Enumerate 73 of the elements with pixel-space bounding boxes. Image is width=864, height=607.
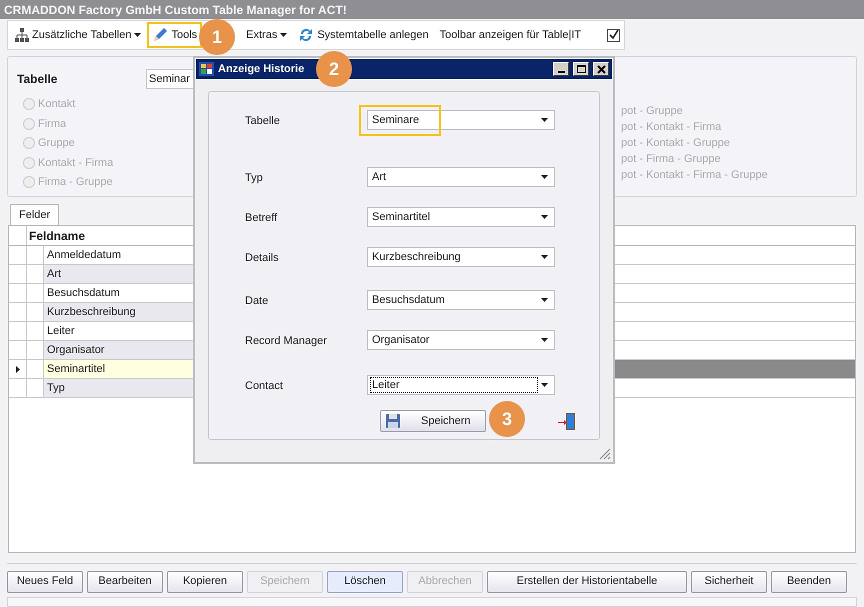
exit-door-icon [558, 413, 576, 430]
pencil-icon [152, 27, 168, 43]
radio-label: pot - Gruppe [621, 105, 684, 118]
table-label: Tabelle [17, 71, 58, 88]
maximize-icon [576, 65, 586, 73]
action-button[interactable]: Beenden [771, 570, 847, 592]
row-pointer-icon [16, 366, 20, 372]
action-button[interactable]: Kopieren [167, 570, 243, 592]
dropdown-field[interactable]: Leiter [367, 375, 555, 395]
toolbar-button[interactable]: Toolbar anzeigen für Table|IT [434, 22, 586, 48]
radio-label: pot - Kontakt - Gruppe [621, 137, 731, 150]
table-cell: Typ [44, 379, 194, 397]
dropdown-field[interactable]: Besuchsdatum [367, 290, 555, 310]
radio-label: pot - Kontakt - Firma [621, 121, 722, 134]
close-icon [596, 64, 606, 74]
dropdown-field[interactable]: Kurzbeschreibung [367, 247, 555, 267]
caret-icon [541, 215, 548, 219]
radio-label: Firma - Gruppe [38, 175, 113, 190]
field-label: Betreff [245, 211, 278, 226]
column-header: Feldname [28, 228, 86, 245]
window-title: CRMADDON Factory GmbH Custom Table Manager for ACT! [4, 2, 347, 18]
radio-button[interactable] [23, 137, 35, 150]
refresh-icon [298, 27, 314, 43]
checkbox[interactable] [607, 28, 620, 42]
table-cell: Art [44, 265, 194, 283]
action-button[interactable]: Sicherheit [691, 570, 767, 592]
table-cell: Organisator [44, 341, 194, 359]
caret-icon [541, 175, 548, 179]
radio-label: Gruppe [38, 136, 75, 151]
field-label: Tabelle [245, 114, 280, 129]
table-select[interactable]: Seminar [146, 69, 193, 89]
caret-icon [541, 298, 548, 302]
caret-icon [541, 255, 548, 259]
radio-button[interactable] [23, 176, 35, 188]
caret-icon [541, 338, 548, 342]
field-label: Typ [245, 171, 263, 186]
minimize-button[interactable] [553, 62, 569, 76]
toolbar-button[interactable]: Extras [241, 22, 292, 48]
field-label: Record Manager [245, 334, 327, 349]
radio-button[interactable] [23, 156, 35, 169]
dropdown-field[interactable]: Seminare [367, 110, 555, 130]
tab[interactable]: Felder [10, 204, 60, 225]
action-button[interactable]: Neues Feld [7, 570, 83, 592]
dropdown-field[interactable]: Organisator [367, 330, 555, 350]
close-button[interactable] [593, 62, 609, 76]
radio-label: pot - Firma - Gruppe [621, 153, 722, 166]
radio-label: Kontakt [38, 97, 76, 112]
action-button[interactable]: Bearbeiten [87, 570, 163, 592]
caret-icon [541, 118, 548, 122]
caret-icon [541, 383, 548, 387]
minimize-icon [558, 71, 564, 73]
resize-grip-icon [599, 448, 611, 460]
table-cell: Seminartitel [44, 360, 194, 378]
radio-button[interactable] [23, 98, 35, 110]
maximize-button[interactable] [573, 62, 589, 76]
radio-label: Kontakt - Firma [38, 156, 114, 170]
action-button[interactable]: Erstellen der Historientabelle [487, 570, 687, 592]
dropdown-field[interactable]: Seminartitel [367, 207, 555, 227]
radio-label: pot - Kontakt - Firma - Gruppe [621, 169, 768, 182]
table-cell: Kurzbeschreibung [44, 303, 194, 321]
hierarchy-icon [15, 28, 29, 42]
save-button[interactable]: Speichern [380, 410, 486, 432]
field-label: Details [245, 251, 279, 266]
radio-button[interactable] [23, 118, 35, 130]
field-label: Contact [245, 379, 283, 394]
field-label: Date [245, 294, 268, 309]
app-icon [199, 62, 214, 76]
toolbar-button[interactable]: Zusätzliche Tabellen [10, 22, 146, 48]
dropdown-field[interactable]: Art [367, 167, 555, 187]
action-button[interactable]: Löschen [327, 570, 403, 592]
toolbar-button[interactable]: Systemtabelle anlegen [293, 22, 434, 48]
radio-label: Firma [38, 116, 66, 132]
dialog-title: Anzeige Historie [218, 62, 304, 77]
